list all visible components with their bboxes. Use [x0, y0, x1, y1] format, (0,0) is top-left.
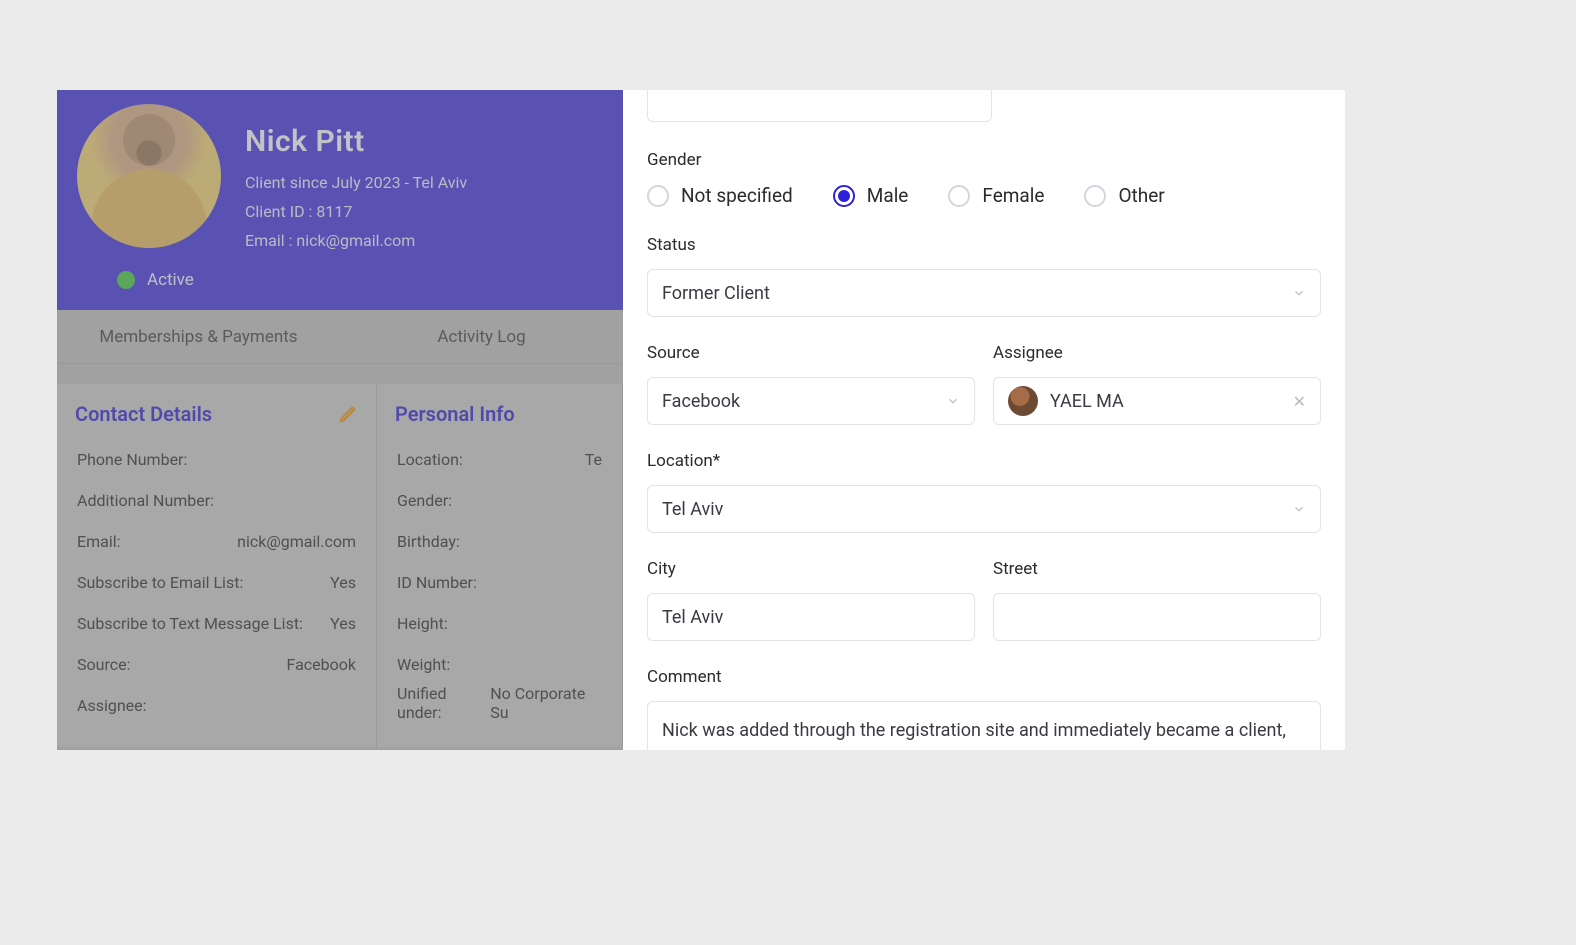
location-value: Tel Aviv	[662, 499, 723, 520]
profile-tabs: Memberships & Payments Activity Log	[57, 310, 623, 364]
personal-info-title: Personal Info	[395, 402, 515, 426]
phone-label: Phone Number:	[77, 450, 187, 469]
radio-icon	[1084, 185, 1106, 207]
source-label-left: Source:	[77, 655, 130, 674]
source-value-left: Facebook	[287, 655, 356, 674]
text-input-top[interactable]	[647, 90, 992, 122]
radio-icon	[647, 185, 669, 207]
source-select[interactable]: Facebook	[647, 377, 975, 425]
status-dot-icon	[117, 271, 135, 289]
additional-number-label: Additional Number:	[77, 491, 214, 510]
location-label-left: Location:	[397, 450, 463, 469]
radio-icon	[833, 185, 855, 207]
subscribe-text-value: Yes	[330, 614, 356, 633]
personal-info-card: Personal Info Location: Te Gender: Birthd…	[377, 384, 623, 747]
assignee-avatar-icon	[1008, 386, 1038, 416]
chevron-down-icon	[1292, 502, 1306, 516]
client-since: Client since July 2023 - Tel Aviv	[245, 173, 467, 192]
assignee-label: Assignee	[993, 343, 1321, 363]
comment-textarea[interactable]: Nick was added through the registration …	[647, 701, 1321, 750]
comment-label: Comment	[647, 667, 1321, 687]
location-value-left: Te	[585, 450, 602, 469]
chevron-down-icon	[1292, 286, 1306, 300]
unified-under-label: Unified under:	[397, 684, 490, 722]
tab-memberships[interactable]: Memberships & Payments	[57, 327, 340, 347]
assignee-value: YAEL MA	[1050, 391, 1124, 412]
gender-radio-group: Not specified Male Female Other	[647, 184, 1321, 207]
status-label: Status	[647, 235, 1321, 255]
comment-value: Nick was added through the registration …	[662, 720, 1286, 750]
source-value: Facebook	[662, 391, 740, 412]
edit-icon[interactable]	[338, 404, 358, 424]
status-select[interactable]: Former Client	[647, 269, 1321, 317]
status-row: Active	[77, 270, 603, 290]
assignee-label-left: Assignee:	[77, 696, 147, 715]
location-label: Location*	[647, 451, 1321, 471]
radio-other[interactable]: Other	[1084, 184, 1164, 207]
app-window: Nick Pitt Client since July 2023 - Tel A…	[57, 90, 1345, 750]
street-input[interactable]	[993, 593, 1321, 641]
unified-under-value: No Corporate Su	[490, 684, 602, 722]
radio-not-specified[interactable]: Not specified	[647, 184, 793, 207]
birthday-label: Birthday:	[397, 532, 460, 551]
street-label: Street	[993, 559, 1321, 579]
height-label: Height:	[397, 614, 448, 633]
subscribe-email-label: Subscribe to Email List:	[77, 573, 243, 592]
email-label: Email:	[77, 532, 120, 551]
city-label: City	[647, 559, 975, 579]
radio-female[interactable]: Female	[948, 184, 1044, 207]
edit-form-panel: Gender Not specified Male Female Other S…	[623, 90, 1345, 750]
idnumber-label: ID Number:	[397, 573, 477, 592]
contact-details-card: Contact Details Phone Number: Additional…	[57, 384, 377, 747]
assignee-select[interactable]: YAEL MA ✕	[993, 377, 1321, 425]
city-value: Tel Aviv	[662, 607, 723, 628]
client-id: Client ID : 8117	[245, 202, 467, 221]
location-select[interactable]: Tel Aviv	[647, 485, 1321, 533]
avatar	[77, 104, 221, 248]
gender-label-left: Gender:	[397, 491, 452, 510]
profile-header: Nick Pitt Client since July 2023 - Tel A…	[57, 90, 623, 310]
radio-male[interactable]: Male	[833, 184, 909, 207]
status-text: Active	[147, 270, 194, 290]
clear-icon[interactable]: ✕	[1293, 392, 1306, 411]
contact-details-title: Contact Details	[75, 402, 212, 426]
status-value: Former Client	[662, 283, 770, 304]
profile-underlay: Nick Pitt Client since July 2023 - Tel A…	[57, 90, 623, 750]
source-label: Source	[647, 343, 975, 363]
client-name: Nick Pitt	[245, 124, 467, 159]
client-email: Email : nick@gmail.com	[245, 231, 467, 250]
radio-icon	[948, 185, 970, 207]
gender-label: Gender	[647, 150, 1321, 170]
weight-label: Weight:	[397, 655, 450, 674]
city-input[interactable]: Tel Aviv	[647, 593, 975, 641]
tab-activity-log[interactable]: Activity Log	[340, 327, 623, 347]
subscribe-email-value: Yes	[330, 573, 356, 592]
chevron-down-icon	[946, 394, 960, 408]
email-value: nick@gmail.com	[237, 532, 356, 551]
subscribe-text-label: Subscribe to Text Message List:	[77, 614, 303, 633]
